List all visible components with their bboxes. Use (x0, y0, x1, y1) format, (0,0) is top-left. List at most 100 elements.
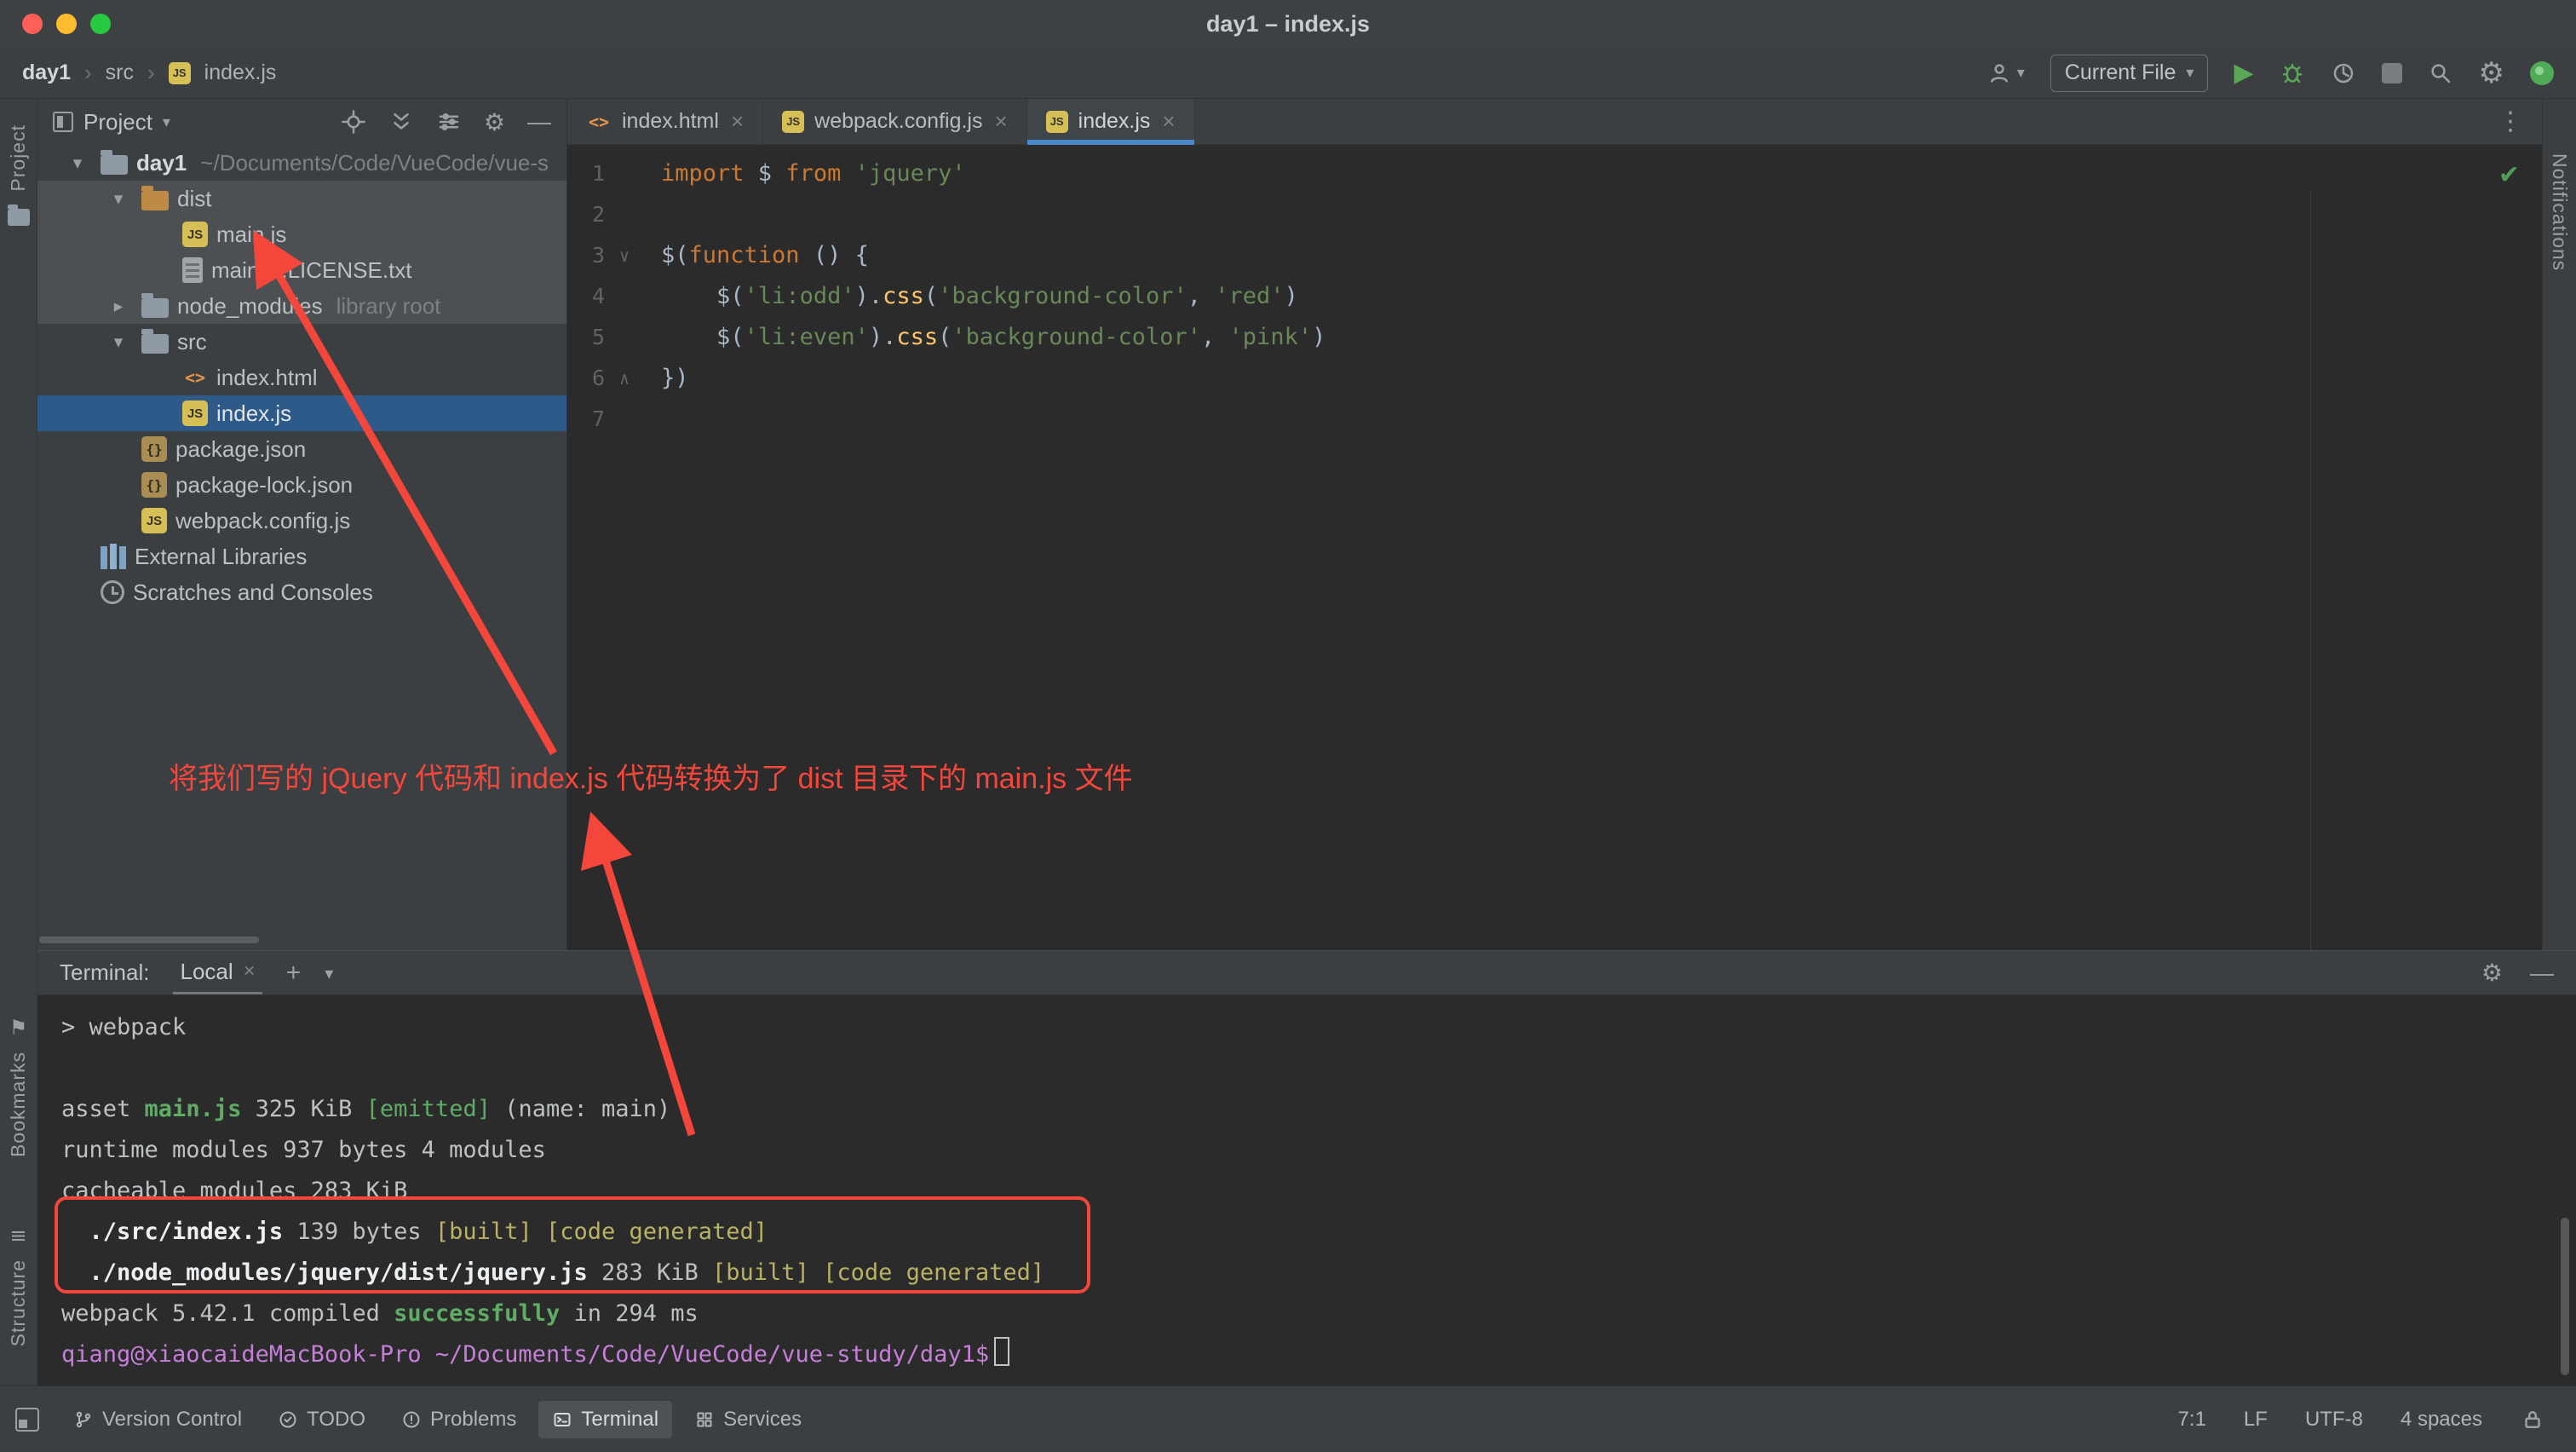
tree-item-day1[interactable]: ▾day1~/Documents/Code/VueCode/vue-s (37, 145, 566, 181)
folder-icon[interactable] (8, 209, 30, 226)
fold-spacer (605, 317, 644, 358)
chevron-right-icon[interactable]: ▸ (104, 296, 133, 316)
collapse-all-button[interactable] (388, 109, 414, 135)
statusbar-item-label: Terminal (581, 1408, 658, 1432)
tree-item-main-js-license-txt[interactable]: main.js.LICENSE.txt (37, 252, 566, 288)
stripe-bookmarks-button[interactable]: Bookmarks (7, 1052, 30, 1157)
text-file-icon (182, 257, 203, 283)
terminal-tab-local[interactable]: Local × (173, 951, 262, 994)
close-window-button[interactable] (22, 14, 43, 34)
options-icon (436, 109, 462, 135)
services-icon (694, 1409, 715, 1430)
tree-item-scratches-and-consoles[interactable]: Scratches and Consoles (37, 574, 566, 610)
hide-panel-button[interactable]: — (527, 108, 551, 135)
tab-label: index.html (622, 109, 719, 134)
tree-item-node-modules[interactable]: ▸node_moduleslibrary root (37, 288, 566, 324)
inspection-ok-icon[interactable]: ✔ (2498, 160, 2520, 190)
horizontal-scrollbar[interactable] (39, 936, 259, 943)
terminal-scrollbar[interactable] (2561, 1218, 2569, 1375)
plugin-icon[interactable] (2530, 61, 2554, 85)
stripe-project-button[interactable]: Project (7, 124, 30, 192)
terminal-output[interactable]: > webpack asset main.js 325 KiB [emitted]… (37, 995, 2576, 1375)
close-icon[interactable]: × (994, 108, 1007, 135)
fold-spacer (605, 153, 644, 194)
new-terminal-button[interactable]: + (286, 959, 302, 988)
tab-webpack-config-js[interactable]: JSwebpack.config.js× (763, 99, 1027, 144)
tree-item-dist[interactable]: ▾dist (37, 181, 566, 216)
view-options-button[interactable] (436, 109, 462, 135)
todo-icon (278, 1409, 298, 1430)
indent-setting[interactable]: 4 spaces (2401, 1408, 2482, 1432)
coverage-button[interactable] (2331, 60, 2356, 86)
chevron-down-icon[interactable]: ▾ (163, 113, 170, 131)
fold-marker-icon[interactable]: ∨ (605, 235, 644, 276)
search-button[interactable] (2428, 60, 2453, 86)
chevron-down-icon[interactable]: ▾ (63, 153, 92, 173)
settings-button[interactable]: ⚙ (2479, 56, 2504, 90)
run-config-select[interactable]: Current File ▾ (2050, 55, 2209, 92)
statusbar-item-services[interactable]: Services (681, 1401, 815, 1438)
file-encoding[interactable]: UTF-8 (2305, 1408, 2363, 1432)
tree-item-src[interactable]: ▾src (37, 324, 566, 360)
tree-item-webpack-config-js[interactable]: JSwebpack.config.js (37, 503, 566, 539)
close-icon[interactable]: × (1162, 108, 1175, 135)
statusbar-item-label: Version Control (102, 1408, 242, 1432)
terminal-line (61, 1048, 2576, 1089)
terminal-line: qiang@xiaocaideMacBook-Pro ~/Documents/C… (61, 1334, 2576, 1375)
tree-item-package-json[interactable]: {}package.json (37, 431, 566, 467)
line-separator[interactable]: LF (2244, 1408, 2268, 1432)
html-file-icon: <> (182, 365, 208, 390)
breadcrumb-item-day1[interactable]: day1 (22, 60, 71, 85)
readonly-lock-icon[interactable] (2520, 1407, 2545, 1432)
tree-item-main-js[interactable]: JSmain.js (37, 216, 566, 252)
locate-icon (341, 109, 366, 135)
terminal-line: asset main.js 325 KiB [emitted] (name: m… (61, 1089, 2576, 1130)
user-icon (1987, 60, 2012, 86)
tree-item-index-js[interactable]: JSindex.js (37, 395, 566, 431)
code-line: 6∧}) (567, 358, 2542, 399)
statusbar-item-problems[interactable]: Problems (388, 1401, 530, 1438)
close-icon[interactable]: × (244, 959, 256, 983)
statusbar-item-version-control[interactable]: Version Control (60, 1401, 256, 1438)
chevron-down-icon[interactable]: ▾ (104, 188, 133, 209)
tree-item-label: node_modules (177, 293, 323, 320)
tab-options-icon[interactable]: ⋮ (2498, 107, 2542, 136)
bookmark-icon[interactable]: ⚑ (9, 1016, 28, 1040)
hide-terminal-button[interactable]: — (2530, 959, 2554, 987)
locate-file-button[interactable] (341, 109, 366, 135)
statusbar-item-terminal[interactable]: Terminal (538, 1401, 672, 1438)
code-text: $('li:odd').css('background-color', 'red… (661, 276, 1298, 317)
tree-item-package-lock-json[interactable]: {}package-lock.json (37, 467, 566, 503)
zoom-window-button[interactable] (90, 14, 111, 34)
breadcrumb-item-src[interactable]: src (106, 60, 134, 85)
tool-window-switcher-icon[interactable] (15, 1408, 39, 1432)
fold-marker-icon[interactable]: ∧ (605, 358, 644, 399)
stripe-notifications-button[interactable]: Notifications (2548, 153, 2571, 271)
tree-item-index-html[interactable]: <>index.html (37, 360, 566, 395)
project-header-icons: ⚙ — (341, 108, 551, 136)
chevron-down-icon: ▾ (2017, 64, 2025, 82)
close-icon[interactable]: × (731, 108, 744, 135)
run-button[interactable]: ▶ (2234, 58, 2253, 88)
profile-button[interactable]: ▾ (1987, 60, 2025, 86)
structure-icon[interactable]: ≡ (9, 1224, 26, 1247)
project-panel-title[interactable]: Project (83, 109, 152, 135)
tab-index-html[interactable]: <>index.html× (567, 99, 763, 144)
breadcrumb-item-index-js[interactable]: index.js (204, 60, 277, 85)
panel-settings-button[interactable]: ⚙ (484, 108, 505, 136)
chevron-down-icon[interactable]: ▾ (325, 963, 333, 983)
code-text: import $ from 'jquery' (661, 153, 966, 194)
statusbar-item-todo[interactable]: TODO (264, 1401, 379, 1438)
terminal-line: > webpack (61, 1007, 2576, 1048)
minimize-window-button[interactable] (56, 14, 77, 34)
terminal-settings-button[interactable]: ⚙ (2481, 959, 2503, 987)
chevron-down-icon[interactable]: ▾ (104, 331, 133, 352)
code-line: 3∨$(function () { (567, 235, 2542, 276)
code-editor[interactable]: 1import $ from 'jquery'23∨$(function () … (567, 145, 2542, 950)
caret-position[interactable]: 7:1 (2178, 1408, 2206, 1432)
stripe-structure-button[interactable]: Structure (7, 1259, 30, 1346)
debug-button[interactable] (2280, 60, 2305, 86)
tab-index-js[interactable]: JSindex.js× (1027, 99, 1195, 144)
stop-button[interactable] (2382, 63, 2402, 84)
tree-item-external-libraries[interactable]: External Libraries (37, 539, 566, 574)
